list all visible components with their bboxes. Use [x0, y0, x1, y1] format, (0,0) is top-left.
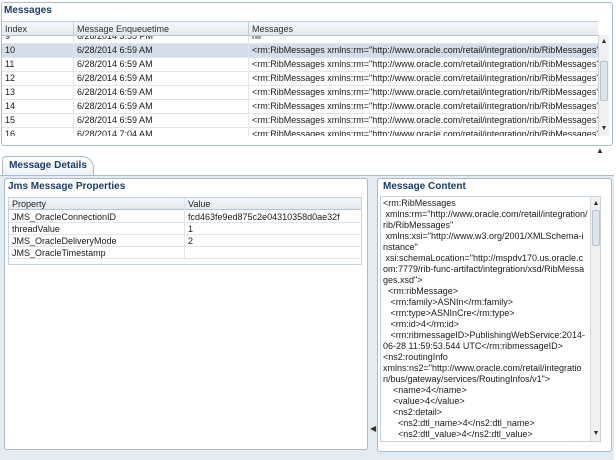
row-enqueuetime: 6/28/2014 7:04 AM — [74, 128, 249, 136]
row-enqueuetime: 6/28/2014 6:59 AM — [74, 86, 249, 99]
table-row[interactable]: 13 6/28/2014 6:59 AM <rm:RibMessages xmlns… — [2, 86, 598, 100]
row-message: <rm:RibMessages xmlns:rm="http://www.ora… — [252, 129, 598, 136]
table-row[interactable]: 10 6/28/2014 6:59 AM <rm:RibMessages xmlns… — [2, 44, 598, 58]
row-message: <rm:RibMessages xmlns:rm="http://www.ora… — [252, 101, 598, 111]
table-row[interactable]: 11 6/28/2014 6:59 AM <rm:RibMessages xmlns… — [2, 58, 598, 72]
message-content-title: Message Content — [383, 181, 466, 192]
tab-message-details[interactable]: Message Details — [2, 156, 94, 175]
row-enqueuetime: 6/28/2014 6:59 AM — [74, 100, 249, 113]
row-index: 10 — [2, 44, 74, 57]
column-header-index[interactable]: Index — [2, 22, 74, 36]
scroll-down-icon[interactable]: ▼ — [591, 429, 600, 439]
message-content-textarea[interactable]: <rm:RibMessages xmlns:rm="http://www.ora… — [380, 196, 601, 442]
row-enqueuetime: 6/28/2014 6:59 AM — [74, 72, 249, 85]
table-row[interactable]: 14 6/28/2014 6:59 AM <rm:RibMessages xmlns… — [2, 100, 598, 114]
property-name: JMS_OracleConnectionID — [9, 211, 185, 223]
messages-table-header: Index Message Enqueuetime Messages — [2, 22, 598, 36]
row-message: <rm:RibMessages xmlns:rm="http://www.ora… — [252, 59, 598, 69]
message-content-text: <rm:RibMessages xmlns:rm="http://www.ora… — [383, 198, 588, 441]
row-enqueuetime: 6/28/2014 6:59 AM — [74, 114, 249, 127]
row-enqueuetime: 6/28/2014 6:59 AM — [74, 58, 249, 71]
properties-header: Property Value — [9, 198, 361, 210]
table-row[interactable]: JMS_OracleDeliveryMode 2 — [9, 235, 361, 247]
property-value: 2 — [188, 236, 194, 246]
row-index: 16 — [2, 128, 74, 136]
property-value — [185, 247, 361, 259]
jms-properties-table: Property Value JMS_OracleConnectionID fcd… — [8, 197, 362, 265]
scroll-up-icon[interactable]: ▲ — [591, 199, 600, 209]
row-message: <rm:RibMessages xmlns:rm="http://www.ora… — [252, 87, 598, 97]
table-row[interactable]: JMS_OracleConnectionID fcd463fe9ed875c2e0… — [9, 211, 361, 223]
property-value: 1 — [188, 224, 194, 234]
column-header-enqueuetime[interactable]: Message Enqueuetime — [74, 22, 249, 36]
splitter-collapse-icon[interactable]: ▲ — [594, 147, 606, 155]
row-message: <rm:RibMessages xmlns:rm="http://www.ora… — [252, 45, 598, 55]
scroll-thumb[interactable] — [592, 210, 600, 246]
property-name: JMS_OracleDeliveryMode — [9, 235, 185, 247]
messages-table: 9 6/28/2014 3:55 PM nil 10 6/28/2014 6:59 AM… — [2, 21, 598, 136]
scroll-up-icon[interactable]: ▲ — [599, 37, 609, 47]
row-enqueuetime: 6/28/2014 6:59 AM — [74, 44, 249, 57]
messages-title: Messages — [4, 5, 52, 16]
table-row[interactable]: 16 6/28/2014 7:04 AM <rm:RibMessages xmlns… — [2, 128, 598, 136]
property-value: fcd463fe9ed875c2e04310358d0ae32f — [188, 212, 340, 222]
row-index: 14 — [2, 100, 74, 113]
table-row[interactable]: 12 6/28/2014 6:59 AM <rm:RibMessages xmlns… — [2, 72, 598, 86]
messages-scrollbar[interactable]: ▲ ▼ — [598, 35, 609, 136]
jms-properties-title: Jms Message Properties — [8, 181, 126, 192]
property-name: threadValue — [9, 223, 185, 235]
row-index: 12 — [2, 72, 74, 85]
content-scrollbar[interactable]: ▲ ▼ — [590, 197, 600, 441]
row-index: 11 — [2, 58, 74, 71]
scroll-thumb[interactable] — [600, 61, 608, 101]
column-header-property[interactable]: Property — [9, 198, 185, 210]
table-row[interactable]: JMS_OracleTimestamp — [9, 247, 361, 259]
row-index: 15 — [2, 114, 74, 127]
property-name: JMS_OracleTimestamp — [9, 247, 185, 259]
row-index: 13 — [2, 86, 74, 99]
scroll-down-icon[interactable]: ▼ — [599, 124, 609, 134]
table-row[interactable]: threadValue 1 — [9, 223, 361, 235]
column-header-value[interactable]: Value — [185, 198, 361, 210]
row-message: <rm:RibMessages xmlns:rm="http://www.ora… — [252, 115, 598, 125]
table-row[interactable]: 15 6/28/2014 6:59 AM <rm:RibMessages xmlns… — [2, 114, 598, 128]
row-message: <rm:RibMessages xmlns:rm="http://www.ora… — [252, 73, 598, 83]
column-header-messages[interactable]: Messages — [249, 22, 598, 36]
